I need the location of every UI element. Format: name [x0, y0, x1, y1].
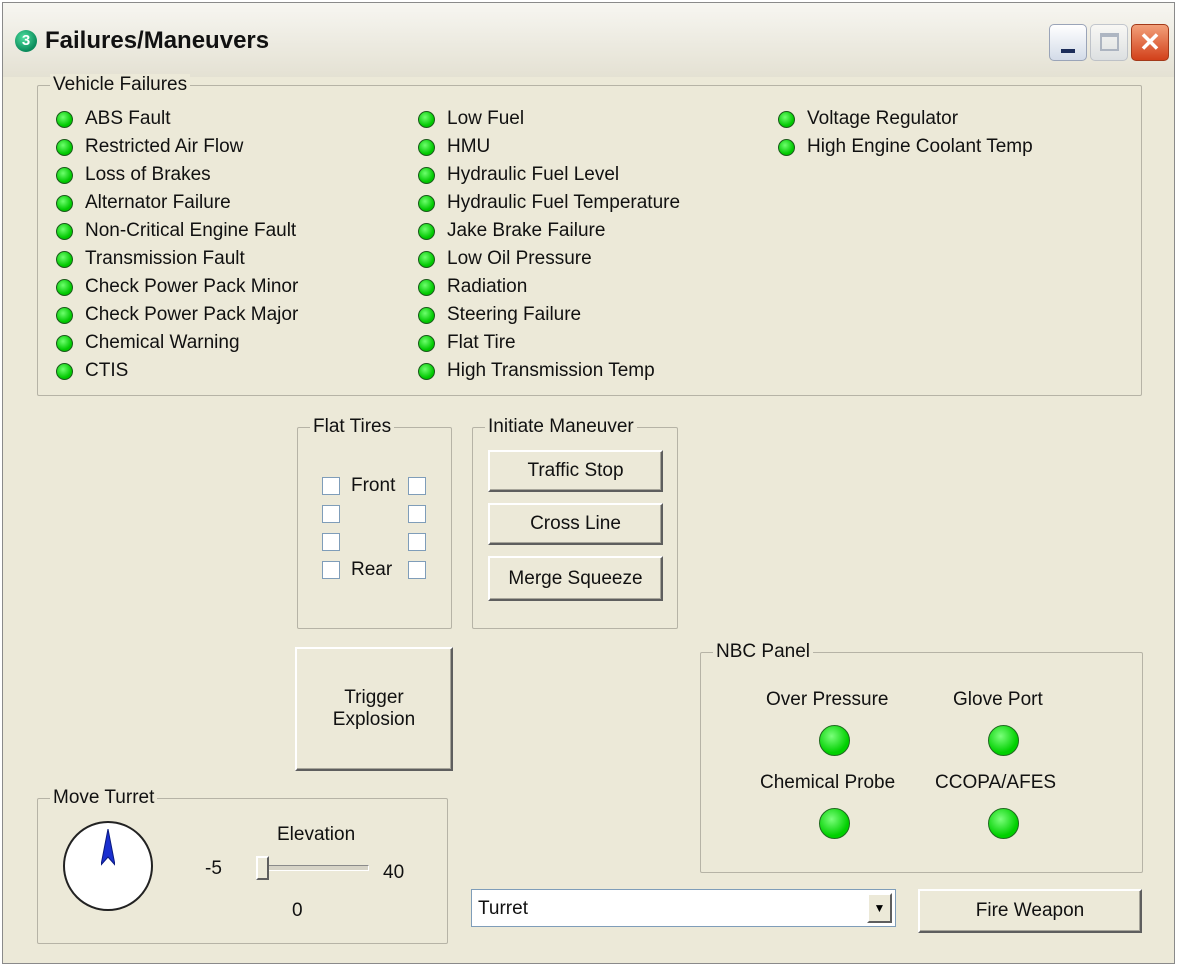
- initiate-maneuver-legend: Initiate Maneuver: [485, 416, 637, 438]
- failure-label: High Engine Coolant Temp: [807, 136, 1033, 157]
- status-led-icon: [56, 251, 73, 268]
- failure-label: Restricted Air Flow: [85, 136, 244, 157]
- turret-direction-dial[interactable]: [63, 821, 153, 911]
- failure-label: Steering Failure: [447, 304, 582, 325]
- elevation-label: Elevation: [277, 824, 356, 845]
- failure-label: Alternator Failure: [85, 192, 231, 213]
- nbc-panel-group: NBC Panel: [700, 641, 1143, 873]
- window-title: Failures/Maneuvers: [45, 27, 270, 54]
- move-turret-legend: Move Turret: [50, 787, 158, 809]
- traffic-stop-button[interactable]: Traffic Stop: [488, 450, 663, 492]
- tire-front-right-checkbox[interactable]: [408, 477, 426, 495]
- failure-label: Flat Tire: [447, 332, 516, 353]
- over-pressure-label: Over Pressure: [766, 689, 889, 710]
- vehicle-failures-legend: Vehicle Failures: [50, 74, 191, 96]
- status-led-icon: [56, 223, 73, 240]
- dropdown-arrow-icon[interactable]: ▼: [867, 893, 892, 923]
- status-led-icon: [56, 307, 73, 324]
- tire-rear-right-checkbox[interactable]: [408, 561, 426, 579]
- failure-label: Loss of Brakes: [85, 164, 211, 185]
- rear-label: Rear: [351, 559, 393, 580]
- status-led-icon: [56, 167, 73, 184]
- ccopa-afes-label: CCOPA/AFES: [935, 772, 1057, 793]
- app-icon: 3: [15, 30, 37, 52]
- failure-label: Check Power Pack Major: [85, 304, 299, 325]
- title-bar[interactable]: 3 Failures/Maneuvers ✕: [3, 3, 1174, 77]
- failure-label: Non-Critical Engine Fault: [85, 220, 297, 241]
- chemical-probe-label: Chemical Probe: [760, 772, 896, 793]
- status-led-icon: [56, 363, 73, 380]
- minimize-icon: [1061, 49, 1075, 53]
- failure-label: Transmission Fault: [85, 248, 245, 269]
- failure-label: Low Oil Pressure: [447, 248, 592, 269]
- status-led-icon: [56, 111, 73, 128]
- flat-tires-legend: Flat Tires: [310, 416, 395, 438]
- elevation-slider-track[interactable]: [257, 865, 369, 871]
- failure-label: HMU: [447, 136, 491, 157]
- trigger-explosion-button[interactable]: Trigger Explosion: [295, 647, 453, 771]
- failure-label: Voltage Regulator: [807, 108, 959, 129]
- status-led-icon: [418, 195, 435, 212]
- tire-rear-left-checkbox[interactable]: [322, 561, 340, 579]
- over-pressure-indicator-icon: [819, 725, 850, 756]
- status-led-icon: [56, 279, 73, 296]
- elevation-min-label: -5: [205, 858, 222, 879]
- turret-direction-arrow-icon: [101, 829, 115, 866]
- maximize-button: [1090, 24, 1128, 61]
- status-led-icon: [56, 195, 73, 212]
- failure-label: Hydraulic Fuel Level: [447, 164, 620, 185]
- status-led-icon: [418, 139, 435, 156]
- maximize-icon: [1100, 33, 1119, 51]
- status-led-icon: [418, 251, 435, 268]
- failure-label: Low Fuel: [447, 108, 525, 129]
- trigger-explosion-line2: Explosion: [332, 709, 416, 730]
- status-led-icon: [418, 363, 435, 380]
- status-led-icon: [418, 167, 435, 184]
- failure-label: Jake Brake Failure: [447, 220, 606, 241]
- elevation-value-label: 0: [292, 900, 303, 921]
- fire-weapon-button[interactable]: Fire Weapon: [918, 889, 1142, 933]
- failure-label: Check Power Pack Minor: [85, 276, 299, 297]
- tire-mid1-right-checkbox[interactable]: [408, 505, 426, 523]
- trigger-explosion-line1: Trigger: [344, 687, 404, 708]
- weapon-select[interactable]: Turret ▼: [471, 889, 896, 927]
- status-led-icon: [418, 335, 435, 352]
- weapon-select-value: Turret: [478, 898, 528, 919]
- merge-squeeze-button[interactable]: Merge Squeeze: [488, 556, 663, 601]
- glove-port-label: Glove Port: [953, 689, 1043, 710]
- tire-mid1-left-checkbox[interactable]: [322, 505, 340, 523]
- ccopa-afes-indicator-icon: [988, 808, 1019, 839]
- elevation-slider-thumb[interactable]: [256, 856, 269, 880]
- status-led-icon: [778, 139, 795, 156]
- status-led-icon: [418, 279, 435, 296]
- status-led-icon: [418, 111, 435, 128]
- failure-label: Radiation: [447, 276, 528, 297]
- close-icon: ✕: [1139, 27, 1161, 57]
- chemical-probe-indicator-icon: [819, 808, 850, 839]
- failure-label: Hydraulic Fuel Temperature: [447, 192, 681, 213]
- failure-label: High Transmission Temp: [447, 360, 655, 381]
- flat-tires-group: Flat Tires: [297, 416, 452, 629]
- status-led-icon: [778, 111, 795, 128]
- tire-front-left-checkbox[interactable]: [322, 477, 340, 495]
- tire-mid2-right-checkbox[interactable]: [408, 533, 426, 551]
- close-button[interactable]: ✕: [1131, 24, 1169, 61]
- status-led-icon: [56, 335, 73, 352]
- tire-mid2-left-checkbox[interactable]: [322, 533, 340, 551]
- status-led-icon: [56, 139, 73, 156]
- status-led-icon: [418, 223, 435, 240]
- status-led-icon: [418, 307, 435, 324]
- nbc-panel-legend: NBC Panel: [713, 641, 813, 663]
- failure-label: CTIS: [85, 360, 129, 381]
- failure-label: Chemical Warning: [85, 332, 240, 353]
- glove-port-indicator-icon: [988, 725, 1019, 756]
- minimize-button[interactable]: [1049, 24, 1087, 61]
- cross-line-button[interactable]: Cross Line: [488, 503, 663, 545]
- elevation-max-label: 40: [383, 862, 405, 883]
- failure-label: ABS Fault: [85, 108, 171, 129]
- front-label: Front: [351, 475, 396, 496]
